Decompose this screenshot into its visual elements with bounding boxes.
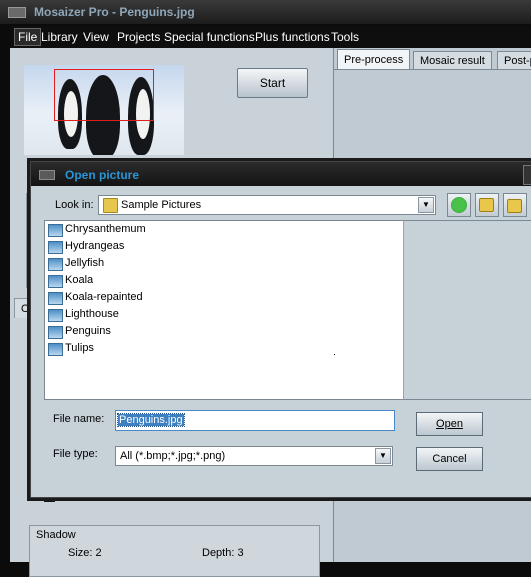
look-in-combo[interactable]: Sample Pictures ▼ <box>98 195 436 215</box>
selection-rectangle[interactable] <box>54 69 154 121</box>
chevron-down-icon[interactable]: ▼ <box>418 197 434 213</box>
up-folder-icon <box>479 198 494 212</box>
image-file-icon <box>48 309 63 322</box>
app-title: Mosaizer Pro - Penguins.jpg <box>34 5 195 19</box>
image-file-icon <box>48 224 63 237</box>
image-file-icon <box>48 292 63 305</box>
shadow-group-title: Shadow <box>36 529 76 541</box>
shadow-group: Shadow Size: 2 Depth: 3 <box>29 525 320 577</box>
image-file-icon <box>48 275 63 288</box>
chevron-down-icon[interactable]: ▼ <box>375 448 391 464</box>
back-icon <box>451 197 467 213</box>
file-type-label: File type: <box>53 448 98 460</box>
system-menu-icon[interactable] <box>8 7 26 18</box>
menu-bar: File Library View Projects Special funct… <box>10 26 531 48</box>
open-button-label: Open <box>436 418 463 430</box>
back-button[interactable] <box>447 193 471 217</box>
dialog-titlebar: Open picture <box>31 162 531 186</box>
image-file-icon <box>48 258 63 271</box>
file-name: Koala <box>65 274 94 286</box>
cancel-button[interactable]: Cancel <box>416 447 483 471</box>
shadow-size: Size: 2 <box>68 547 102 559</box>
dialog-window-button[interactable] <box>523 165 531 185</box>
file-name: Lighthouse <box>65 308 119 320</box>
tab-pre-process[interactable]: Pre-process <box>337 49 411 70</box>
image-file-icon <box>48 326 63 339</box>
file-name-label: File name: <box>53 413 105 425</box>
look-in-label: Look in: <box>55 199 94 211</box>
file-type-select[interactable]: All (*.bmp;*.jpg;*.png) ▼ <box>115 446 393 466</box>
open-picture-dialog: Open picture Look in: Sample Pictures ▼ … <box>30 161 531 498</box>
menu-plus-functions[interactable]: Plus functions <box>255 30 330 44</box>
menu-special-functions[interactable]: Special functions <box>164 30 255 44</box>
tab-post-process[interactable]: Post-p <box>497 51 531 70</box>
new-folder-icon <box>507 199 522 213</box>
file-type-value: All (*.bmp;*.jpg;*.png) <box>120 450 226 462</box>
file-name-value: Penguins.jpg <box>117 413 185 427</box>
file-name: Chrysanthemum <box>65 223 146 235</box>
image-file-icon <box>48 343 63 356</box>
tab-mosaic-result[interactable]: Mosaic result <box>413 51 492 70</box>
dialog-system-menu-icon[interactable] <box>39 170 55 180</box>
file-name: Tulips <box>65 342 94 354</box>
preview-pane <box>403 220 531 400</box>
shadow-depth: Depth: 3 <box>202 547 244 559</box>
menu-view[interactable]: View <box>83 30 109 44</box>
file-name-input[interactable]: Penguins.jpg <box>115 410 395 431</box>
file-name: Penguins <box>65 325 111 337</box>
file-name: Koala-repainted <box>65 291 143 303</box>
dialog-title: Open picture <box>65 168 140 182</box>
file-name: Hydrangeas <box>65 240 125 252</box>
file-name: Jellyfish <box>65 257 105 269</box>
menu-library[interactable]: Library <box>41 30 78 44</box>
folder-icon <box>103 198 118 213</box>
list-dot <box>334 354 335 355</box>
menu-tools[interactable]: Tools <box>331 30 359 44</box>
image-file-icon <box>48 241 63 254</box>
up-folder-button[interactable] <box>475 193 499 217</box>
look-in-value: Sample Pictures <box>121 199 202 211</box>
picture-thumbnail[interactable] <box>24 65 184 155</box>
tab-strip-line <box>334 69 531 70</box>
start-button[interactable]: Start <box>237 68 308 98</box>
menu-file[interactable]: File <box>14 28 42 46</box>
menu-projects[interactable]: Projects <box>117 30 160 44</box>
file-list[interactable]: Chrysanthemum Hydrangeas Jellyfish Koala… <box>44 220 404 400</box>
new-folder-button[interactable] <box>503 193 527 217</box>
app-titlebar: Mosaizer Pro - Penguins.jpg <box>0 0 531 24</box>
open-button[interactable]: Open <box>416 412 483 436</box>
